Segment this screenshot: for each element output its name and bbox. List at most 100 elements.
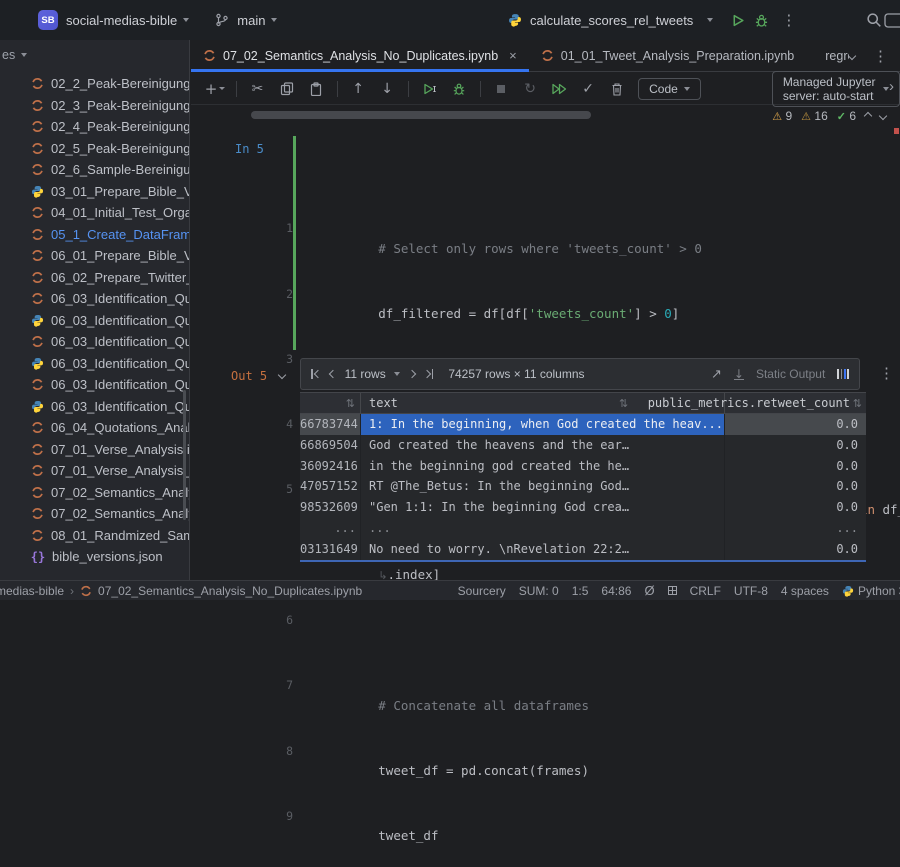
window-partial-icon[interactable] <box>884 13 900 29</box>
sidebar-file-item[interactable]: {} 02_2_Peak-Bereinigung - Pe <box>0 73 190 95</box>
more-actions-icon[interactable]: ⋮ <box>777 11 800 29</box>
inspections-off-icon[interactable]: Ø <box>644 583 654 598</box>
delete-cell-icon[interactable] <box>609 82 625 96</box>
sidebar-file-item[interactable]: {} 06_03_Identification_Quotat <box>0 396 190 418</box>
sidebar-file-item[interactable]: {} 03_01_Prepare_Bible_Versio <box>0 181 190 203</box>
error-stripe-mark[interactable] <box>894 128 899 134</box>
tab-options-icon[interactable]: ⋮ <box>869 47 892 65</box>
text-cell[interactable]: No need to worry. \nRevelation 22:2… <box>360 539 724 560</box>
breadcrumb-file[interactable]: 07_02_Semantics_Analysis_No_Duplicates.i… <box>98 584 362 598</box>
text-cell[interactable]: "Gen 1:1: In the beginning God crea… <box>360 497 724 518</box>
indent-widget[interactable]: 4 spaces <box>781 584 829 598</box>
breadcrumb-project[interactable]: medias-bible <box>0 584 64 598</box>
cut-cell-icon[interactable]: ✂ <box>250 81 266 97</box>
sidebar-file-item[interactable]: {} 06_02_Prepare_Twitter_Dat <box>0 267 190 289</box>
jupyter-server-dropdown[interactable]: Managed Jupyter server: auto-start <box>772 71 900 107</box>
table-horizontal-scrollbar[interactable] <box>300 560 866 562</box>
index-cell[interactable]: ... <box>300 518 360 539</box>
sidebar-file-item[interactable]: {} 07_02_Semantics_Analysis.i <box>0 482 190 504</box>
add-cell-icon[interactable]: + <box>207 80 223 98</box>
sum-widget[interactable]: SUM: 0 <box>519 584 559 598</box>
index-cell[interactable]: 47057152 <box>300 476 360 497</box>
download-icon[interactable]: ↓ <box>734 369 744 380</box>
retweet-count-cell[interactable]: 0.0 <box>724 476 866 497</box>
horizontal-scrollbar[interactable] <box>251 111 591 119</box>
sidebar-file-item[interactable]: {} 02_5_Peak-Bereinigung - Pe <box>0 138 190 160</box>
open-in-new-icon[interactable]: ↗ <box>711 367 722 382</box>
index-cell[interactable]: 66783744 <box>300 414 360 435</box>
sidebar-file-item[interactable]: {} 02_6_Sample-Bereinigung.ip <box>0 159 190 181</box>
page-size-dropdown[interactable]: 11 rows <box>345 367 400 381</box>
stop-kernel-icon[interactable] <box>493 82 509 96</box>
sidebar-file-item[interactable]: {} 06_03_Identification_Quotat <box>0 374 190 396</box>
copy-cell-icon[interactable] <box>279 82 295 96</box>
vcs-widget[interactable]: main <box>215 13 277 28</box>
tab-notebook-2[interactable]: 01_01_Tweet_Analysis_Preparation.ipynb <box>529 40 807 71</box>
sidebar-file-item[interactable]: {} 07_01_Verse_Analysis_No_D <box>0 460 190 482</box>
tab-notebook-3[interactable]: regre <box>806 40 849 71</box>
text-cell[interactable]: God created the heavens and the ear… <box>360 435 724 456</box>
next-problem-icon[interactable] <box>879 112 887 120</box>
interpreter-widget[interactable]: Python 3.10 <box>842 584 900 598</box>
move-cell-up-icon[interactable]: ↑ <box>350 81 366 97</box>
caret-position-widget[interactable]: 1:5 <box>572 584 589 598</box>
project-name[interactable]: social-medias-bible <box>66 13 177 28</box>
index-cell[interactable]: 36092416 <box>300 456 360 477</box>
selection-range-widget[interactable]: 64:86 <box>601 584 631 598</box>
text-cell[interactable]: 1: In the beginning, when God created th… <box>360 414 724 435</box>
sourcery-widget[interactable]: Sourcery <box>458 584 506 598</box>
sidebar-file-item[interactable]: {} 08_01_Randmized_Sample_ <box>0 525 190 547</box>
toolbar-overflow-chevron-icon[interactable]: › <box>889 78 894 95</box>
sidebar-file-item[interactable]: {} 05_1_Create_DataFrames.ip <box>0 224 190 246</box>
move-cell-down-icon[interactable]: ↓ <box>379 81 395 97</box>
retweet-count-cell[interactable]: ... <box>724 518 866 539</box>
text-cell[interactable]: in the beginning god created the he… <box>360 456 724 477</box>
retweet-count-cell[interactable]: 0.0 <box>724 414 866 435</box>
sidebar-file-item[interactable]: {} 02_4_Peak-Bereinigung - Pe <box>0 116 190 138</box>
retweet-count-cell[interactable]: 0.0 <box>724 497 866 518</box>
sidebar-file-item[interactable]: {} 04_01_Initial_Test_Organiza <box>0 202 190 224</box>
grid-icon[interactable] <box>668 586 677 595</box>
run-all-cells-icon[interactable] <box>551 82 567 96</box>
index-cell[interactable]: 03131649 <box>300 539 360 560</box>
line-ending-widget[interactable]: CRLF <box>690 584 721 598</box>
text-cell[interactable]: RT @The_Betus: In the beginning God… <box>360 476 724 497</box>
project-badge[interactable]: SB <box>38 10 58 30</box>
sidebar-file-item[interactable]: {} 06_03_Identification_Quotat <box>0 353 190 375</box>
sidebar-file-item[interactable]: {} 06_01_Prepare_Bible_Versio <box>0 245 190 267</box>
sort-icon[interactable]: ⇅ <box>853 393 862 414</box>
inspections-widget[interactable]: ⚠ 9 ⚠ 16 ✓ 6 <box>772 109 886 123</box>
retweet-column-header[interactable]: public_metrics.retweet_count⇅ <box>724 393 866 414</box>
sidebar-file-item[interactable]: {} 02_3_Peak-Bereinigung - Pe <box>0 95 190 117</box>
breadcrumb[interactable]: medias-bible › 07_02_Semantics_Analysis_… <box>0 584 362 598</box>
debug-button[interactable] <box>753 13 769 28</box>
search-icon[interactable] <box>866 12 882 28</box>
sidebar-file-item[interactable]: {} 06_04_Quotations_Analysis <box>0 417 190 439</box>
index-cell[interactable]: 66869504 <box>300 435 360 456</box>
run-button[interactable] <box>729 13 745 28</box>
debug-cell-icon[interactable] <box>451 82 467 96</box>
retweet-count-cell[interactable]: 0.0 <box>724 456 866 477</box>
sidebar-file-item[interactable]: {} 06_03_Identification_Quotat <box>0 288 190 310</box>
index-cell[interactable]: 98532609 <box>300 497 360 518</box>
prev-problem-icon[interactable] <box>864 112 872 120</box>
prev-page-icon[interactable] <box>330 371 336 377</box>
first-page-icon[interactable] <box>311 369 321 379</box>
retweet-count-cell[interactable]: 0.0 <box>724 539 866 560</box>
collapse-output-icon[interactable] <box>278 371 286 379</box>
last-page-icon[interactable] <box>424 369 434 379</box>
restart-kernel-icon[interactable]: ↻ <box>522 81 538 97</box>
index-column-header[interactable]: ⇅ <box>300 393 360 414</box>
run-cell-icon[interactable] <box>422 82 438 96</box>
tab-list-chevron-icon[interactable] <box>848 51 856 59</box>
paste-cell-icon[interactable] <box>308 82 324 96</box>
output-options-icon[interactable]: ⋮ <box>879 364 894 382</box>
checkmark-icon[interactable]: ✓ <box>580 81 596 97</box>
tab-notebook-active[interactable]: 07_02_Semantics_Analysis_No_Duplicates.i… <box>191 40 529 71</box>
sidebar-file-item[interactable]: {} 06_03_Identification_Quotat <box>0 310 190 332</box>
static-output-icon[interactable] <box>837 369 849 379</box>
sidebar-file-item[interactable]: {} 07_02_Semantics_Analysis_ <box>0 503 190 525</box>
sidebar-scrollbar[interactable] <box>183 390 186 520</box>
next-page-icon[interactable] <box>409 371 415 377</box>
sort-icon[interactable]: ⇅ <box>619 393 628 414</box>
